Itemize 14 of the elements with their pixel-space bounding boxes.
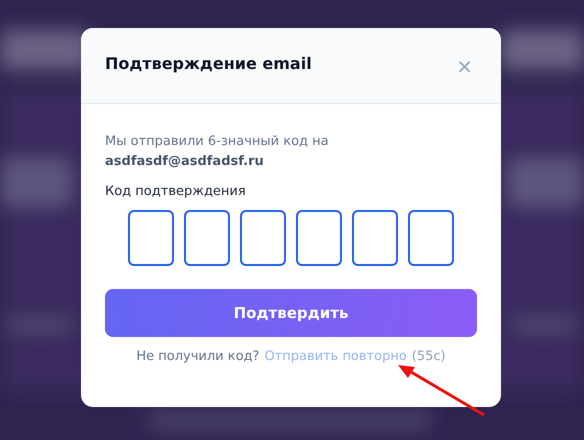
dialog-title: Подтверждение email xyxy=(105,54,312,73)
resend-prompt: Не получили код? xyxy=(136,349,260,364)
code-digit-field[interactable] xyxy=(240,210,286,266)
code-digit-field[interactable] xyxy=(184,210,230,266)
close-button[interactable]: × xyxy=(452,54,477,78)
confirm-button[interactable]: Подтвердить xyxy=(105,289,477,337)
code-digit-field[interactable] xyxy=(408,210,454,266)
message-text: Мы отправили 6-значный код на xyxy=(105,133,330,151)
code-digit-field[interactable] xyxy=(128,210,174,266)
code-digit-field[interactable] xyxy=(296,210,342,266)
code-digit-field[interactable] xyxy=(352,210,398,266)
email-text: asdfasdf@asdfadsf.ru xyxy=(105,153,265,171)
countdown-text: (55с) xyxy=(412,349,446,364)
code-label: Код подтверждения xyxy=(105,183,247,201)
